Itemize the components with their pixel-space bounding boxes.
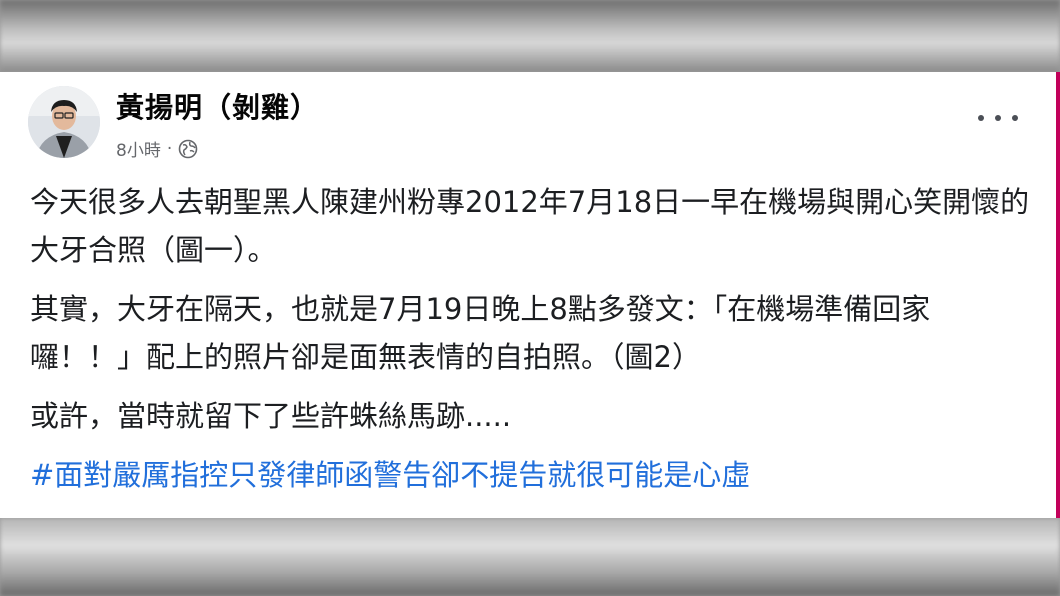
post-paragraph: 其實，大牙在隔天，也就是7月19日晚上8點多發文：「在機場準備回家囉！！」配上的… xyxy=(30,292,931,374)
globe-icon xyxy=(178,139,198,159)
post-meta: 8小時 · xyxy=(116,136,198,161)
post-paragraph: 今天很多人去朝聖黑人陳建州粉專2012年7月18日一早在機場與開心笑開懷的大牙合… xyxy=(30,185,1030,267)
author-name[interactable]: 黃揚明（剝雞） xyxy=(116,86,319,126)
post-paragraph: 或許，當時就留下了些許蛛絲馬跡..... xyxy=(30,399,512,433)
more-options-icon[interactable] xyxy=(978,106,1018,130)
edge-accent xyxy=(1056,72,1060,518)
post-timestamp[interactable]: 8小時 xyxy=(116,136,161,161)
meta-separator: · xyxy=(166,138,173,159)
post-card: 黃揚明（剝雞） 8小時 · 今天很多人去朝聖黑人陳建州粉專2012年7月18日一… xyxy=(0,72,1056,518)
blurred-background-top xyxy=(0,0,1060,72)
avatar-photo xyxy=(28,86,100,158)
post-body: 今天很多人去朝聖黑人陳建州粉專2012年7月18日一早在機場與開心笑開懷的大牙合… xyxy=(30,178,1030,510)
blurred-background-bottom xyxy=(0,518,1060,596)
hashtag-link[interactable]: #面對嚴厲指控只發律師函警告卻不提告就很可能是心虛 xyxy=(30,451,1030,499)
avatar[interactable] xyxy=(28,86,100,158)
